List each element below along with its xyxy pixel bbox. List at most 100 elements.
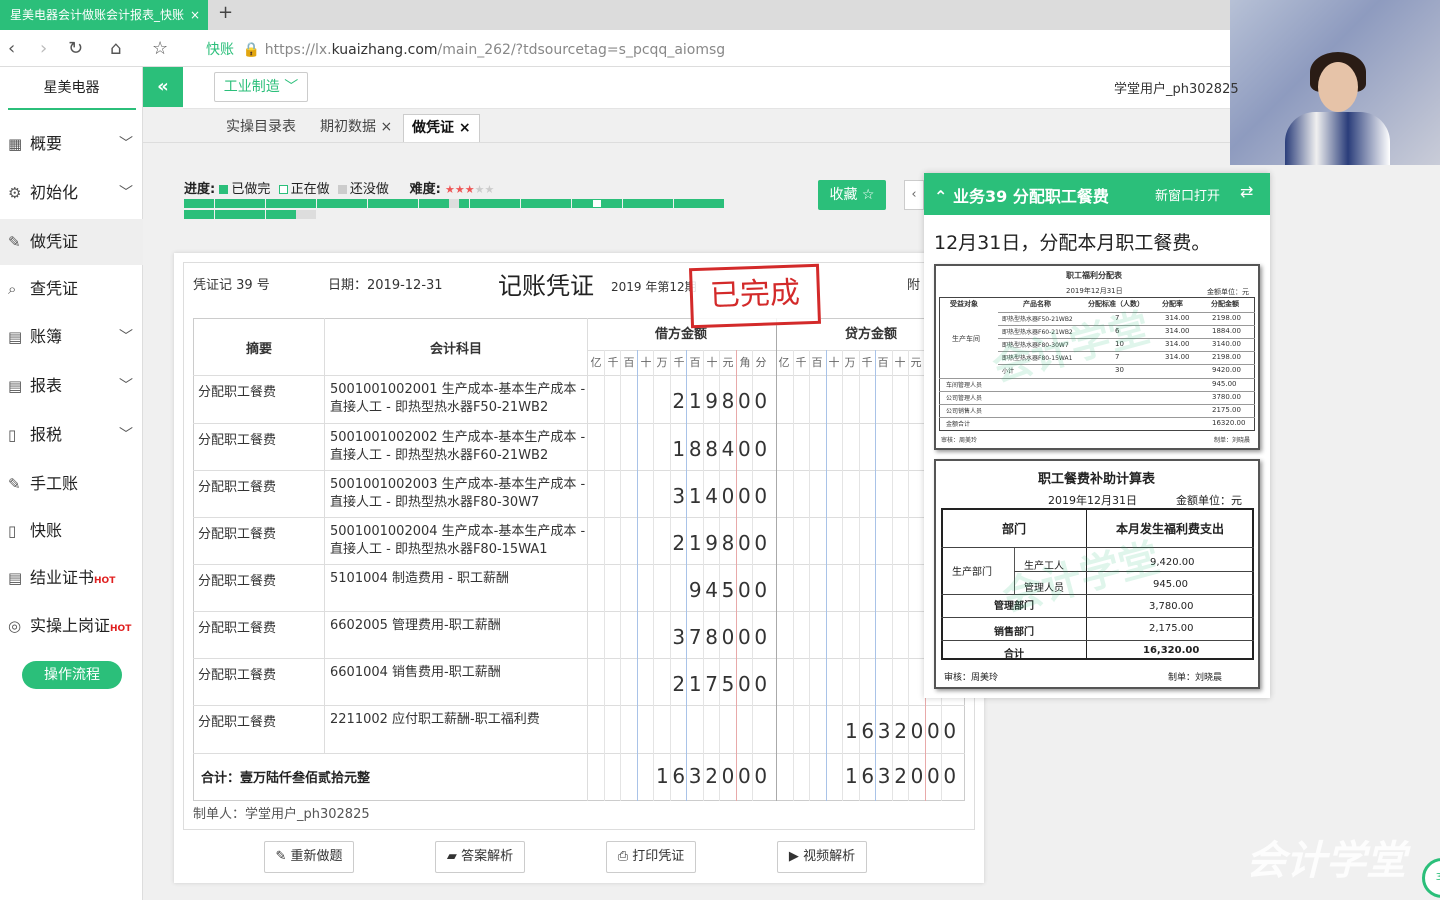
tab-make-voucher[interactable]: 做凭证 × (403, 114, 480, 142)
t1-rate: 314.00 (1165, 340, 1190, 348)
amount-digit: 5 (721, 578, 735, 602)
progress-cell (224, 199, 235, 208)
bookmark-star-icon[interactable]: ☆ (152, 38, 168, 59)
tab-practice-list[interactable]: 实操目录表 (218, 114, 304, 142)
answer-button[interactable]: ▰ 答案解析 (435, 841, 525, 873)
chevron-down-icon[interactable]: ﹀ (119, 412, 133, 458)
debit-digit-head: 角 (739, 356, 751, 369)
progress-cell (204, 210, 215, 219)
debit-amount: 219800 (671, 531, 769, 555)
url-field[interactable]: 快账 🔒 https://lx.kuaizhang.com/main_262/?… (206, 39, 725, 59)
progress-cell (602, 199, 613, 208)
reload-icon[interactable]: ↻ (68, 38, 83, 59)
amount-digit: 4 (721, 437, 735, 461)
progress-cell (398, 199, 409, 208)
sidebar-item-6[interactable]: ▤ 报表 ﹀ (0, 363, 143, 409)
star-icon: ★ (474, 183, 485, 196)
row-account: 6602005 管理费用-职工薪酬 (330, 618, 501, 633)
t1-other-amount: 2175.00 (1212, 406, 1241, 414)
progress-cell (510, 199, 521, 208)
row-line (193, 517, 965, 518)
sidebar-item-2[interactable]: ⚙ 初始化 ﹀ (0, 170, 143, 216)
sidebar-item-10[interactable]: ▤ 结业证书HOT (0, 555, 143, 601)
user-name[interactable]: 学堂用户_ph302825 (1114, 78, 1239, 97)
chevron-down-icon[interactable]: ﹀ (119, 363, 133, 409)
progress-cell (530, 199, 541, 208)
amount-digit: 0 (754, 389, 768, 413)
t1-std: 30 (1115, 366, 1124, 374)
amount-digit: 0 (721, 484, 735, 508)
flow-button[interactable]: 操作流程 (22, 661, 122, 689)
chevron-down-icon[interactable]: ﹀ (119, 314, 133, 360)
favorite-button[interactable]: 收藏 ☆ (818, 180, 886, 210)
chevron-down-icon[interactable]: ﹀ (119, 121, 133, 167)
t1-other-label: 公司销售人员 (946, 408, 983, 415)
prev-icon[interactable]: ‹ (904, 180, 924, 210)
progress-cell (592, 199, 602, 208)
amount-digit: 4 (705, 484, 718, 508)
home-icon[interactable]: ⌂ (110, 38, 121, 59)
dashboard-icon: ▦ (8, 135, 23, 153)
t1-other-amount: 3780.00 (1212, 393, 1241, 401)
done-swatch (219, 185, 229, 194)
amount-digit: 0 (737, 625, 751, 649)
close-icon[interactable]: × (380, 119, 392, 135)
row-line (193, 753, 965, 754)
sidebar-item-4[interactable]: ⌕ 查凭证 (0, 266, 143, 312)
amount-digit: 0 (754, 437, 768, 461)
credit-digit-head: 千 (795, 356, 807, 369)
progress-cell (469, 199, 480, 208)
progress-cell (265, 210, 276, 219)
progress-cell (316, 199, 327, 208)
tab-close-icon[interactable]: × (190, 0, 200, 30)
star-icon: ★ (444, 183, 455, 196)
debit-digit-head: 万 (656, 356, 668, 369)
chevron-down-icon[interactable]: ﹀ (119, 170, 133, 216)
credit-digit-head: 千 (861, 356, 873, 369)
credit-digit-head: 十 (828, 356, 840, 369)
amount-digit: 4 (705, 578, 718, 602)
credit-digit-head: 元 (910, 356, 922, 369)
sidebar-item-label: 账簿 (30, 327, 63, 346)
t1-title: 职工福利分配表 (1066, 271, 1122, 280)
print-button[interactable]: ⎙ 打印凭证 (606, 841, 696, 873)
amount-digit: 6 (861, 719, 875, 743)
amount-digit: 0 (754, 672, 768, 696)
progress-cell (255, 210, 266, 219)
sidebar-item-11[interactable]: ◎ 实操上岗证HOT (0, 603, 143, 649)
t1-rate: 314.00 (1165, 353, 1190, 361)
industry-select[interactable]: 工业制造 ﹀ (214, 72, 308, 102)
sidebar-item-8[interactable]: ✎ 手工账 (0, 461, 143, 507)
video-button[interactable]: ▶ 视频解析 (777, 841, 867, 873)
task-title[interactable]: ⌃ 业务39 分配职工餐费 (934, 183, 1109, 207)
close-icon[interactable]: × (459, 120, 471, 136)
browser-tab[interactable]: 星美电器会计做账会计报表_快账 × (0, 0, 208, 30)
sidebar-item-7[interactable]: ▯ 报税 ﹀ (0, 412, 143, 458)
forward-icon[interactable]: › (40, 38, 47, 59)
voucher-date: 日期：2019-12-31 (328, 278, 443, 293)
t1-amount: 2198.00 (1212, 353, 1241, 361)
t1-amount: 3140.00 (1212, 340, 1241, 348)
sidebar-item-5[interactable]: ▤ 账簿 ﹀ (0, 314, 143, 360)
amount-digit: 5 (721, 672, 735, 696)
collapse-sidebar-button[interactable]: « (143, 67, 183, 107)
t2-hline (941, 640, 1254, 641)
new-tab-button[interactable]: + (218, 2, 233, 23)
amount-digit: 1 (656, 764, 669, 788)
open-new-window-link[interactable]: 新窗口打开 (1155, 185, 1220, 204)
amount-digit: 0 (721, 764, 735, 788)
swap-icon[interactable]: ⇄ (1240, 182, 1253, 201)
redo-button[interactable]: ✎ 重新做题 (264, 841, 354, 873)
sidebar-item-1[interactable]: ▦ 概要 ﹀ (0, 121, 143, 167)
tab-opening-data[interactable]: 期初数据 × (312, 114, 400, 142)
digit-line (752, 350, 753, 801)
amount-digit: 8 (705, 625, 718, 649)
amount-digit: 8 (705, 437, 718, 461)
amount-digit: 6 (672, 764, 686, 788)
amount-digit: 8 (688, 437, 702, 461)
sidebar-item-9[interactable]: ▯ 快账 (0, 508, 143, 554)
sidebar-item-3[interactable]: ✎ 做凭证 (0, 219, 143, 265)
back-icon[interactable]: ‹ (8, 38, 15, 59)
sidebar-item-label: 手工账 (30, 474, 79, 493)
t1-amount: 9420.00 (1212, 366, 1241, 374)
